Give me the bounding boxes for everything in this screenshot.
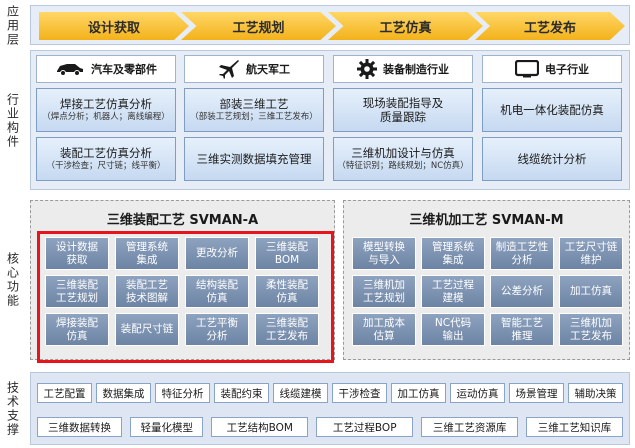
core-machining-title: 三维机加工艺 SVMAN-M	[409, 213, 564, 228]
industry-column-equipment: 装备制造行业 现场装配指导及 质量跟踪 三维机加设计与仿真 （特征识别；路线规划…	[333, 55, 473, 181]
function-cell: 公差分析	[490, 275, 554, 308]
industry-card: 三维机加设计与仿真 （特征识别；路线规划；NC仿真）	[333, 137, 473, 181]
app-step-design: 设计获取	[39, 12, 189, 40]
industry-card: 三维实测数据填充管理	[184, 137, 324, 181]
function-cell: 装配工艺 技术图解	[115, 275, 179, 308]
function-cell: 三维装配 工艺规划	[45, 275, 109, 308]
app-layer-panel: 设计获取 工艺规划 工艺仿真 工艺发布	[30, 5, 630, 45]
function-cell: 柔性装配 仿真	[255, 275, 319, 308]
function-cell: 管理系统 集成	[421, 237, 485, 270]
core-machining-panel: 三维机加工艺 SVMAN-M 模型转换 与导入 管理系统 集成 制造工艺性 分析 工艺…	[343, 200, 630, 360]
tech-item: 运动仿真	[450, 383, 505, 403]
card-detail: （焊点分析；机器人；离线编程）	[42, 112, 170, 122]
industry-card: 焊接工艺仿真分析 （焊点分析；机器人；离线编程）	[36, 88, 176, 132]
monitor-icon	[515, 60, 539, 78]
card-detail: （特征识别；路线规划；NC仿真）	[337, 161, 469, 171]
card-title: 焊接工艺仿真分析	[60, 97, 152, 111]
tech-layer-panel: 工艺配置 数据集成 特征分析 装配约束 线缆建模 干涉检查 加工仿真 运动仿真 场景管理 辅助决策…	[30, 372, 630, 445]
tech-item: 线缆建模	[273, 383, 328, 403]
function-cell: 制造工艺性 分析	[490, 237, 554, 270]
card-detail: （干涉检查；尺寸链；线平衡）	[46, 161, 166, 171]
industry-card: 线缆统计分析	[482, 137, 622, 181]
card-title: 现场装配指导及 质量跟踪	[362, 96, 444, 124]
function-cell: 加工仿真	[559, 275, 623, 308]
tech-item: 工艺配置	[37, 383, 92, 403]
car-icon	[57, 64, 83, 76]
industry-card: 现场装配指导及 质量跟踪	[333, 88, 473, 132]
industry-name: 电子行业	[545, 63, 589, 76]
function-cell: 模型转换 与导入	[352, 237, 416, 270]
industry-name: 装备制造行业	[383, 63, 449, 76]
industry-layer-panel: 汽车及零部件 焊接工艺仿真分析 （焊点分析；机器人；离线编程） 装配工艺仿真分析…	[30, 50, 630, 190]
industry-card: 部装三维工艺 （部装工艺规划；三维工艺发布）	[184, 88, 324, 132]
core-assembly-title: 三维装配工艺 SVMAN-A	[106, 213, 259, 228]
card-detail: （部装工艺规划；三维工艺发布）	[190, 112, 318, 122]
function-cell: 三维装配 工艺发布	[255, 313, 319, 346]
function-cell: 结构装配 仿真	[185, 275, 249, 308]
app-step-planning: 工艺规划	[181, 12, 336, 40]
industry-column-auto: 汽车及零部件 焊接工艺仿真分析 （焊点分析；机器人；离线编程） 装配工艺仿真分析…	[36, 55, 176, 181]
card-title: 部装三维工艺	[219, 97, 289, 111]
card-title: 线缆统计分析	[517, 152, 587, 166]
function-cell: 焊接装配 仿真	[45, 313, 109, 346]
layer-label-industry: 行业构件	[5, 93, 20, 149]
function-cell: 三维机加 工艺规划	[352, 275, 416, 308]
tech-item: 工艺结构BOM	[211, 417, 309, 437]
tech-item: 三维数据转换	[37, 417, 123, 437]
tech-item: 特征分析	[155, 383, 210, 403]
industry-column-aerospace: 航天军工 部装三维工艺 （部装工艺规划；三维工艺发布） 三维实测数据填充管理	[184, 55, 324, 181]
function-cell: 工艺尺寸链 维护	[559, 237, 623, 270]
industry-header-aerospace: 航天军工	[184, 55, 324, 83]
function-cell: 工艺平衡 分析	[185, 313, 249, 346]
industry-header-auto: 汽车及零部件	[36, 55, 176, 83]
tech-item: 工艺过程BOP	[316, 417, 414, 437]
function-cell: 设计数据 获取	[45, 237, 109, 270]
airplane-icon	[219, 60, 239, 79]
tech-item: 装配约束	[214, 383, 269, 403]
tech-item: 数据集成	[96, 383, 151, 403]
card-title: 三维实测数据填充管理	[196, 151, 312, 166]
app-step-simulation: 工艺仿真	[328, 12, 483, 40]
card-title: 机电一体化装配仿真	[500, 103, 604, 117]
gear-icon	[357, 59, 377, 79]
industry-header-equipment: 装备制造行业	[333, 55, 473, 83]
industry-header-electronics: 电子行业	[482, 55, 622, 83]
tech-item: 加工仿真	[391, 383, 446, 403]
function-cell: 加工成本 估算	[352, 313, 416, 346]
industry-name: 汽车及零部件	[91, 63, 157, 76]
app-step-release: 工艺发布	[475, 12, 625, 40]
industry-column-electronics: 电子行业 机电一体化装配仿真 线缆统计分析	[482, 55, 622, 181]
function-cell: 工艺过程 建模	[421, 275, 485, 308]
tech-item: 三维工艺知识库	[526, 417, 623, 437]
function-cell: 三维装配 BOM	[255, 237, 319, 270]
function-cell: 管理系统 集成	[115, 237, 179, 270]
tech-item: 辅助决策	[568, 383, 623, 403]
layer-label-tech: 技术支撑	[5, 381, 20, 437]
function-cell: 三维机加 工艺发布	[559, 313, 623, 346]
tech-item: 场景管理	[509, 383, 564, 403]
tech-item: 三维工艺资源库	[421, 417, 519, 437]
layer-label-app: 应用层	[5, 5, 20, 47]
industry-card: 机电一体化装配仿真	[482, 88, 622, 132]
layer-label-core: 核心功能	[5, 252, 20, 308]
core-assembly-panel: 三维装配工艺 SVMAN-A 设计数据 获取 管理系统 集成 更改分析 三维装配 BO…	[30, 200, 335, 363]
tech-item: 轻量化模型	[130, 417, 204, 437]
function-cell: NC代码 输出	[421, 313, 485, 346]
tech-item: 干涉检查	[332, 383, 387, 403]
card-title: 三维机加设计与仿真	[351, 146, 455, 160]
function-cell: 装配尺寸链	[115, 313, 179, 346]
industry-card: 装配工艺仿真分析 （干涉检查；尺寸链；线平衡）	[36, 137, 176, 181]
function-cell: 更改分析	[185, 237, 249, 270]
card-title: 装配工艺仿真分析	[60, 146, 152, 160]
function-cell: 智能工艺 推理	[490, 313, 554, 346]
industry-name: 航天军工	[246, 63, 290, 76]
